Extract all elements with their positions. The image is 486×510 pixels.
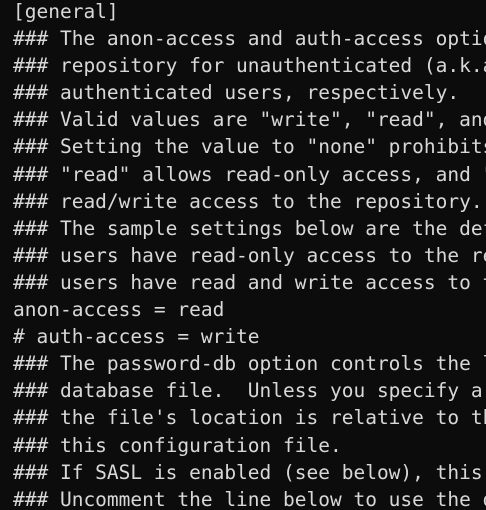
config-comment-line: ### The anon-access and auth-access opti… [13, 27, 486, 51]
config-comment-line: ### the file's location is relative to t… [13, 406, 486, 430]
config-comment-line: ### users have read and write access to … [13, 270, 486, 294]
config-comment-line: ### this configuration file. [13, 433, 342, 457]
config-comment-line: ### The sample settings below are the de… [13, 216, 486, 240]
config-comment-line: ### "read" allows read-only access, and … [13, 162, 486, 186]
config-comment-line: ### The password-db option controls the … [13, 352, 486, 376]
config-setting-auth-access: # auth-access = write [13, 325, 260, 349]
config-comment-line: ### authenticated users, respectively. [13, 81, 460, 105]
config-comment-line: ### read/write access to the repository. [13, 189, 483, 213]
config-comment-line: ### Uncomment the line below to use the … [13, 487, 486, 510]
config-comment-line: ### repository for unauthenticated (a.k.… [13, 54, 486, 78]
config-comment-line: ### database file. Unless you specify a … [13, 379, 483, 403]
config-comment-line: ### Valid values are "write", "read", an… [13, 108, 486, 132]
terminal-window[interactable]: [general] ### The anon-access and auth-a… [0, 0, 486, 510]
config-line-section: [general] [13, 0, 119, 23]
config-setting-anon-access: anon-access = read [13, 298, 225, 322]
config-comment-line: ### If SASL is enabled (see below), this… [13, 460, 483, 484]
config-comment-line: ### Setting the value to "none" prohibit… [13, 135, 486, 159]
config-comment-line: ### users have read-only access to the r… [13, 243, 486, 267]
